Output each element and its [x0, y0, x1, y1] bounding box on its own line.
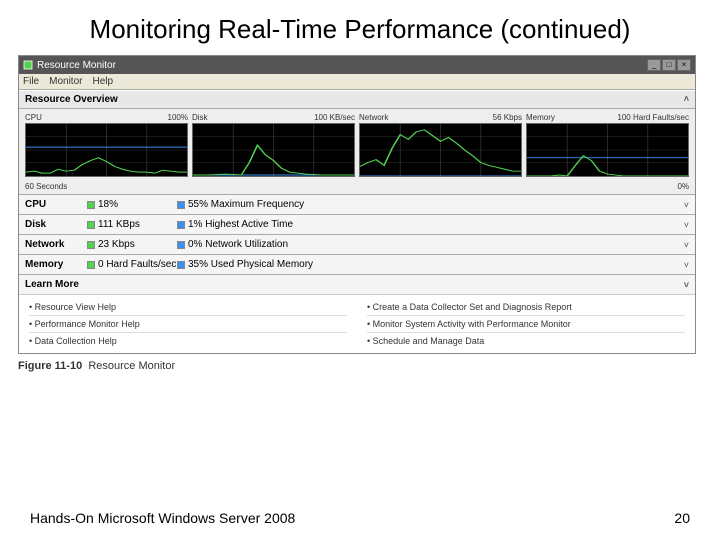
graph-name: Disk [192, 113, 208, 122]
menu-help[interactable]: Help [92, 76, 113, 87]
x-axis-label: 60 Seconds [25, 182, 67, 191]
window-controls: _ □ × [647, 59, 691, 71]
learn-link[interactable]: Schedule and Manage Data [367, 333, 685, 349]
titlebar: Resource Monitor _ □ × [19, 56, 695, 74]
cpu-chart [25, 123, 188, 177]
graph-name: CPU [25, 113, 42, 122]
menubar: File Monitor Help [19, 74, 695, 90]
green-swatch-icon [87, 241, 95, 249]
learn-more-body: Resource View Help Performance Monitor H… [19, 294, 695, 353]
chevron-down-icon: ˅ [684, 260, 689, 270]
section-value-1: 18% [98, 199, 118, 210]
blue-swatch-icon [177, 221, 185, 229]
blue-swatch-icon [177, 261, 185, 269]
close-button[interactable]: × [677, 59, 691, 71]
overview-label: Resource Overview [25, 94, 118, 105]
chevron-down-icon: ˅ [684, 200, 689, 210]
learn-link[interactable]: Resource View Help [29, 299, 347, 315]
section-label: Network [25, 239, 87, 250]
section-label: Memory [25, 259, 87, 270]
section-memory[interactable]: Memory 0 Hard Faults/sec 35% Used Physic… [19, 254, 695, 274]
figure-caption: Figure 11-10 Resource Monitor [18, 360, 720, 372]
graph-axis-labels: 60 Seconds 0% [19, 181, 695, 194]
section-label: Disk [25, 219, 87, 230]
chevron-down-icon: ˅ [684, 280, 689, 290]
graph-row: CPU 100% Disk 100 KB/sec Network 56 Kbps Me… [19, 109, 695, 181]
menu-file[interactable]: File [23, 76, 39, 87]
section-value-1: 23 Kbps [98, 239, 135, 250]
graph-name: Memory [526, 113, 555, 122]
y-axis-min: 0% [677, 182, 689, 191]
learn-more-label: Learn More [25, 279, 79, 290]
section-cpu[interactable]: CPU 18% 55% Maximum Frequency ˅ [19, 194, 695, 214]
section-value-1: 111 KBps [98, 219, 140, 230]
section-network[interactable]: Network 23 Kbps 0% Network Utilization ˅ [19, 234, 695, 254]
section-value-2: 55% Maximum Frequency [188, 199, 304, 210]
learn-link[interactable]: Performance Monitor Help [29, 316, 347, 332]
slide-footer: Hands-On Microsoft Windows Server 2008 2… [0, 510, 720, 526]
footer-text: Hands-On Microsoft Windows Server 2008 [30, 510, 295, 526]
figure-text: Resource Monitor [88, 360, 175, 372]
learn-link[interactable]: Create a Data Collector Set and Diagnosi… [367, 299, 685, 315]
resource-overview-header[interactable]: Resource Overview ˄ [19, 90, 695, 109]
app-icon [23, 60, 33, 70]
maximize-button[interactable]: □ [662, 59, 676, 71]
resource-monitor-window: Resource Monitor _ □ × File Monitor Help… [18, 55, 696, 354]
disk-chart [192, 123, 355, 177]
green-swatch-icon [87, 221, 95, 229]
section-value-2: 0% Network Utilization [188, 239, 288, 250]
menu-monitor[interactable]: Monitor [49, 76, 82, 87]
blue-swatch-icon [177, 241, 185, 249]
green-swatch-icon [87, 201, 95, 209]
section-value-2: 1% Highest Active Time [188, 219, 293, 230]
section-value-2: 35% Used Physical Memory [188, 259, 313, 270]
graph-scale: 100 Hard Faults/sec [617, 113, 689, 122]
graph-cpu: CPU 100% [25, 113, 188, 177]
graph-scale: 56 Kbps [493, 113, 522, 122]
graph-memory: Memory 100 Hard Faults/sec [526, 113, 689, 177]
memory-chart [526, 123, 689, 177]
minimize-button[interactable]: _ [647, 59, 661, 71]
chevron-down-icon: ˅ [684, 240, 689, 250]
learn-link[interactable]: Monitor System Activity with Performance… [367, 316, 685, 332]
slide-number: 20 [674, 510, 690, 526]
section-value-1: 0 Hard Faults/sec [98, 259, 176, 270]
blue-swatch-icon [177, 201, 185, 209]
chevron-down-icon: ˅ [684, 220, 689, 230]
graph-network: Network 56 Kbps [359, 113, 522, 177]
window-title: Resource Monitor [37, 60, 116, 71]
section-label: CPU [25, 199, 87, 210]
learn-more-header[interactable]: Learn More ˅ [19, 274, 695, 294]
slide-title: Monitoring Real-Time Performance (contin… [0, 0, 720, 55]
chevron-up-icon: ˄ [684, 94, 689, 105]
figure-number: Figure 11-10 [18, 360, 82, 372]
green-swatch-icon [87, 261, 95, 269]
learn-link[interactable]: Data Collection Help [29, 333, 347, 349]
graph-scale: 100% [168, 113, 188, 122]
graph-name: Network [359, 113, 388, 122]
network-chart [359, 123, 522, 177]
section-disk[interactable]: Disk 111 KBps 1% Highest Active Time ˅ [19, 214, 695, 234]
graph-disk: Disk 100 KB/sec [192, 113, 355, 177]
graph-scale: 100 KB/sec [314, 113, 355, 122]
